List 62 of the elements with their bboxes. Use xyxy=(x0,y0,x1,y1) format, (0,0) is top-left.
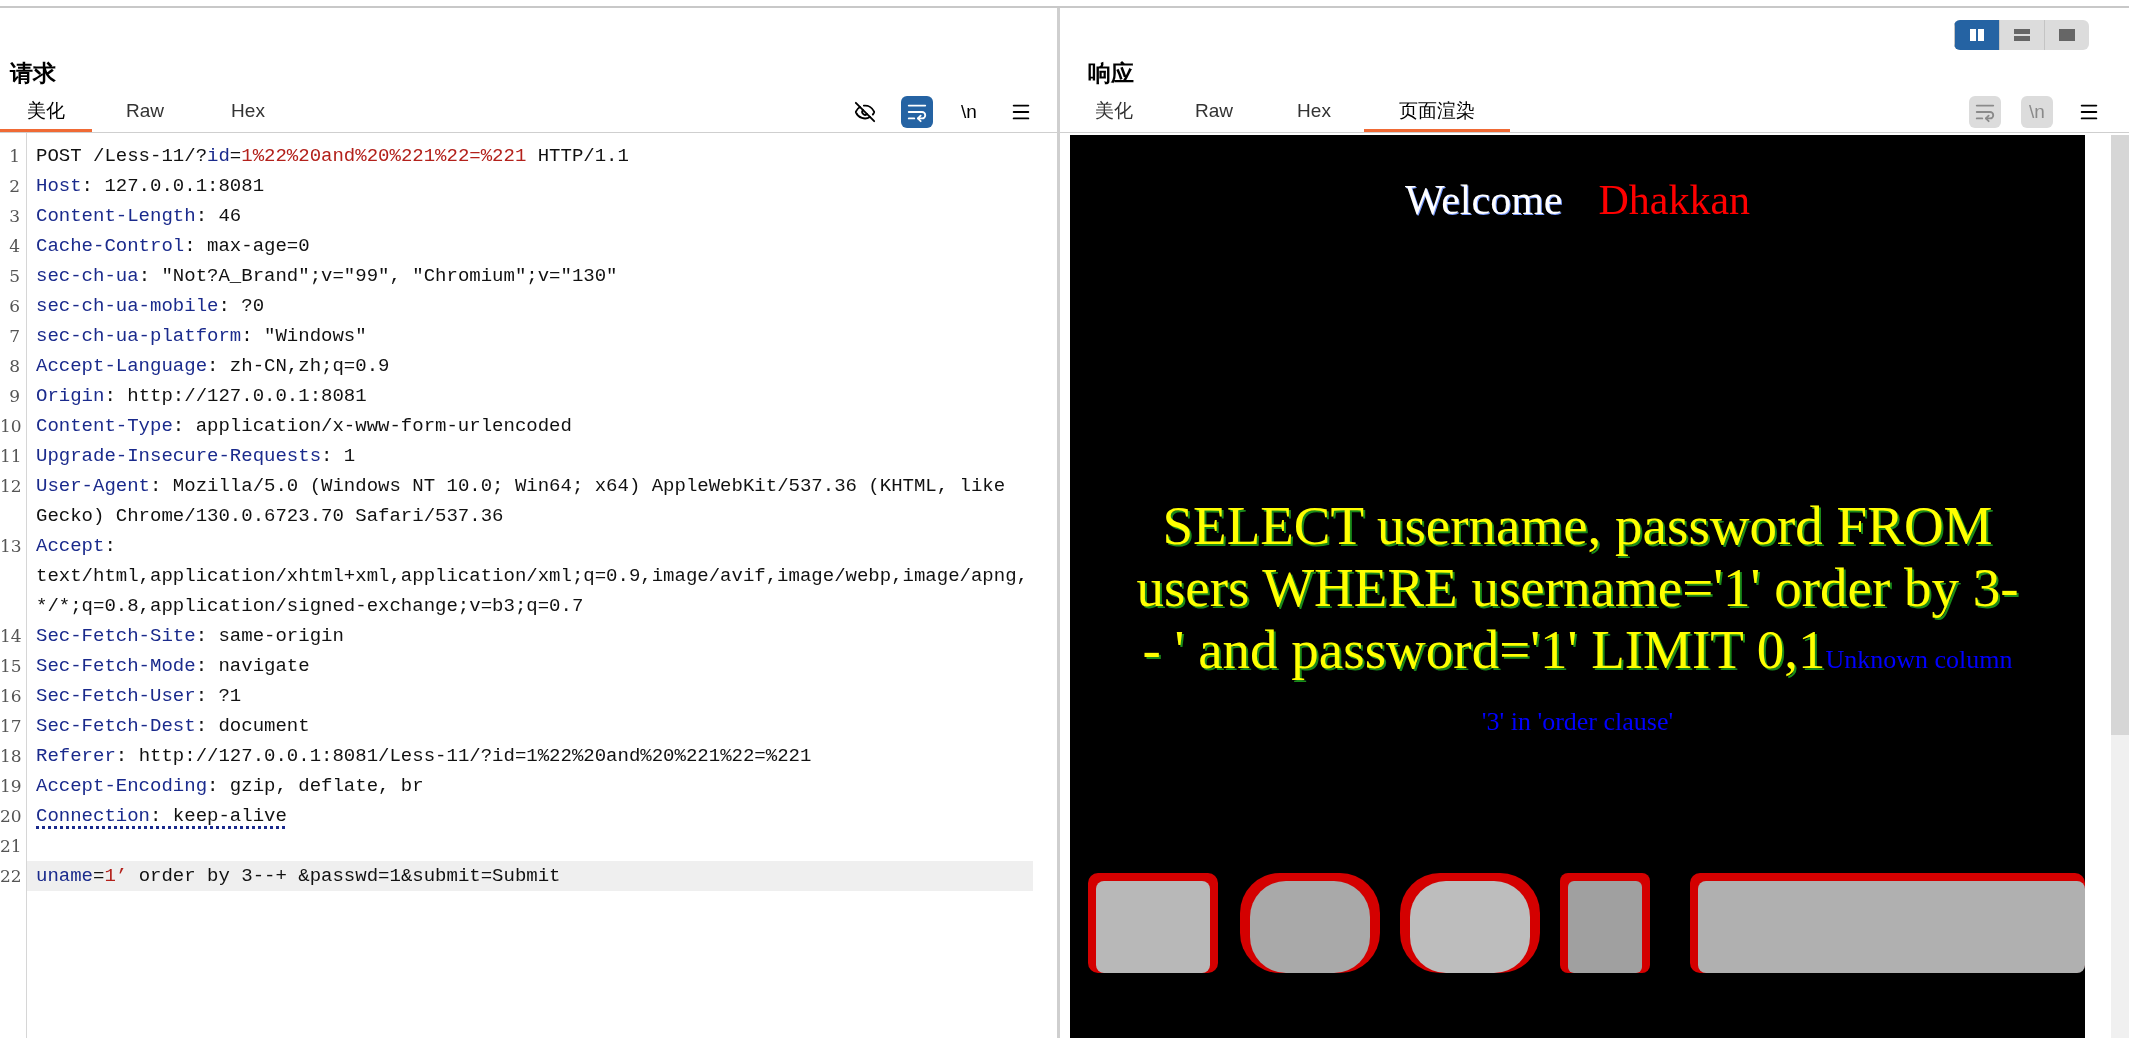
code-line: Accept-Encoding: gzip, deflate, br xyxy=(35,774,425,799)
code-line: Referer: http://127.0.0.1:8081/Less-11/?id=1%22%20and%20%221%22=%221 xyxy=(35,744,813,769)
code-line: Sec-Fetch-Dest: document xyxy=(35,714,311,739)
line-number: 13 xyxy=(0,535,23,558)
line-number: 4 xyxy=(8,235,21,258)
line-number: 12 xyxy=(0,475,23,498)
line-number: 5 xyxy=(8,265,21,288)
code-line: Origin: http://127.0.0.1:8081 xyxy=(35,384,368,409)
code-line: User-Agent: Mozilla/5.0 (Windows NT 10.0; Win64; x64) AppleWebKit/537.36 (KHTML, like Gecko) Chrome/130.0.6723.70 Safari/537.36 xyxy=(35,474,1007,529)
line-number: 17 xyxy=(0,715,23,738)
code-line: Sec-Fetch-Mode: navigate xyxy=(35,654,311,679)
pane-title: 请求 xyxy=(8,59,57,88)
line-number: 15 xyxy=(0,655,23,678)
code-line: Content-Type: application/x-www-form-urlencoded xyxy=(35,414,573,439)
tab[interactable]: Hex xyxy=(1264,94,1364,132)
code-line: Accept: text/html,application/xhtml+xml,application/xml;q=0.9,image/avif,image/webp,image/apng,*/*;q=0.8,application/signed-exchange;v=b3;q=0.7 xyxy=(35,534,1029,619)
line-number: 7 xyxy=(8,325,21,348)
wrap-button[interactable] xyxy=(901,96,933,128)
tab[interactable]: Raw xyxy=(92,94,198,132)
line-number: 16 xyxy=(0,685,23,708)
code-line: Content-Length: 46 xyxy=(35,204,243,229)
sql-query: SELECT username, password FROM users WHERE username='1' order by 3-- ' and password='1' LIMIT 0,1Unknown column '3' in 'order clause' xyxy=(1135,495,2020,738)
line-number: 22 xyxy=(0,865,23,888)
line-number: 14 xyxy=(0,625,23,648)
line-number: 21 xyxy=(0,835,23,858)
code-line: Upgrade-Insecure-Requests: 1 xyxy=(35,444,357,469)
code-line: sec-ch-ua-mobile: ?0 xyxy=(35,294,266,319)
layout-toggle[interactable] xyxy=(1954,20,1999,50)
line-number: 1 xyxy=(8,145,21,168)
line-number: 8 xyxy=(8,355,21,378)
code-line: sec-ch-ua: ″Not?A_Brand″;v=″99″, ″Chromium″;v=″130″ xyxy=(35,264,619,289)
user-name: Dhakkan xyxy=(1598,176,1751,225)
single-pane-icon xyxy=(2058,28,2076,42)
line-number: 9 xyxy=(8,385,21,408)
split-rows-icon xyxy=(2013,28,2031,42)
code-line: POST /Less-11/?id=1%22%20and%20%221%22=%221 HTTP/1.1 xyxy=(35,144,630,169)
line-number: 3 xyxy=(8,205,21,228)
tab[interactable]: Hex xyxy=(198,94,298,132)
code-line: Sec-Fetch-User: ?1 xyxy=(35,684,243,709)
line-number: 6 xyxy=(8,295,21,318)
scrollbar-thumb[interactable] xyxy=(2111,135,2129,735)
code-line: Connection: keep-alive xyxy=(35,804,288,829)
code-line: Host: 127.0.0.1:8081 xyxy=(35,174,266,199)
code-line: Sec-Fetch-Site: same-origin xyxy=(35,624,345,649)
code-line: Cache-Control: max-age=0 xyxy=(35,234,311,259)
code-line: Accept-Language: zh-CN,zh;q=0.9 xyxy=(35,354,391,379)
welcome-text: Welcome xyxy=(1404,176,1563,225)
line-number: 18 xyxy=(0,745,23,768)
pane-title: 响应 xyxy=(1087,59,1135,88)
line-number: 20 xyxy=(0,805,23,828)
line-number: 19 xyxy=(0,775,23,798)
tab[interactable]: 页面渲染 xyxy=(1364,94,1510,132)
line-number: 11 xyxy=(0,445,23,468)
code-line: sec-ch-ua-platform: ″Windows″ xyxy=(35,324,368,349)
newline-button[interactable]: \n xyxy=(953,96,985,128)
tab[interactable]: 美化 xyxy=(0,94,92,132)
eye-off-icon xyxy=(854,101,876,123)
tab[interactable]: 美化 xyxy=(1064,94,1164,132)
split-columns-icon xyxy=(1969,28,1985,42)
line-number: 10 xyxy=(0,415,23,438)
tab[interactable]: Raw xyxy=(1164,94,1264,132)
line-number: 2 xyxy=(8,175,21,198)
